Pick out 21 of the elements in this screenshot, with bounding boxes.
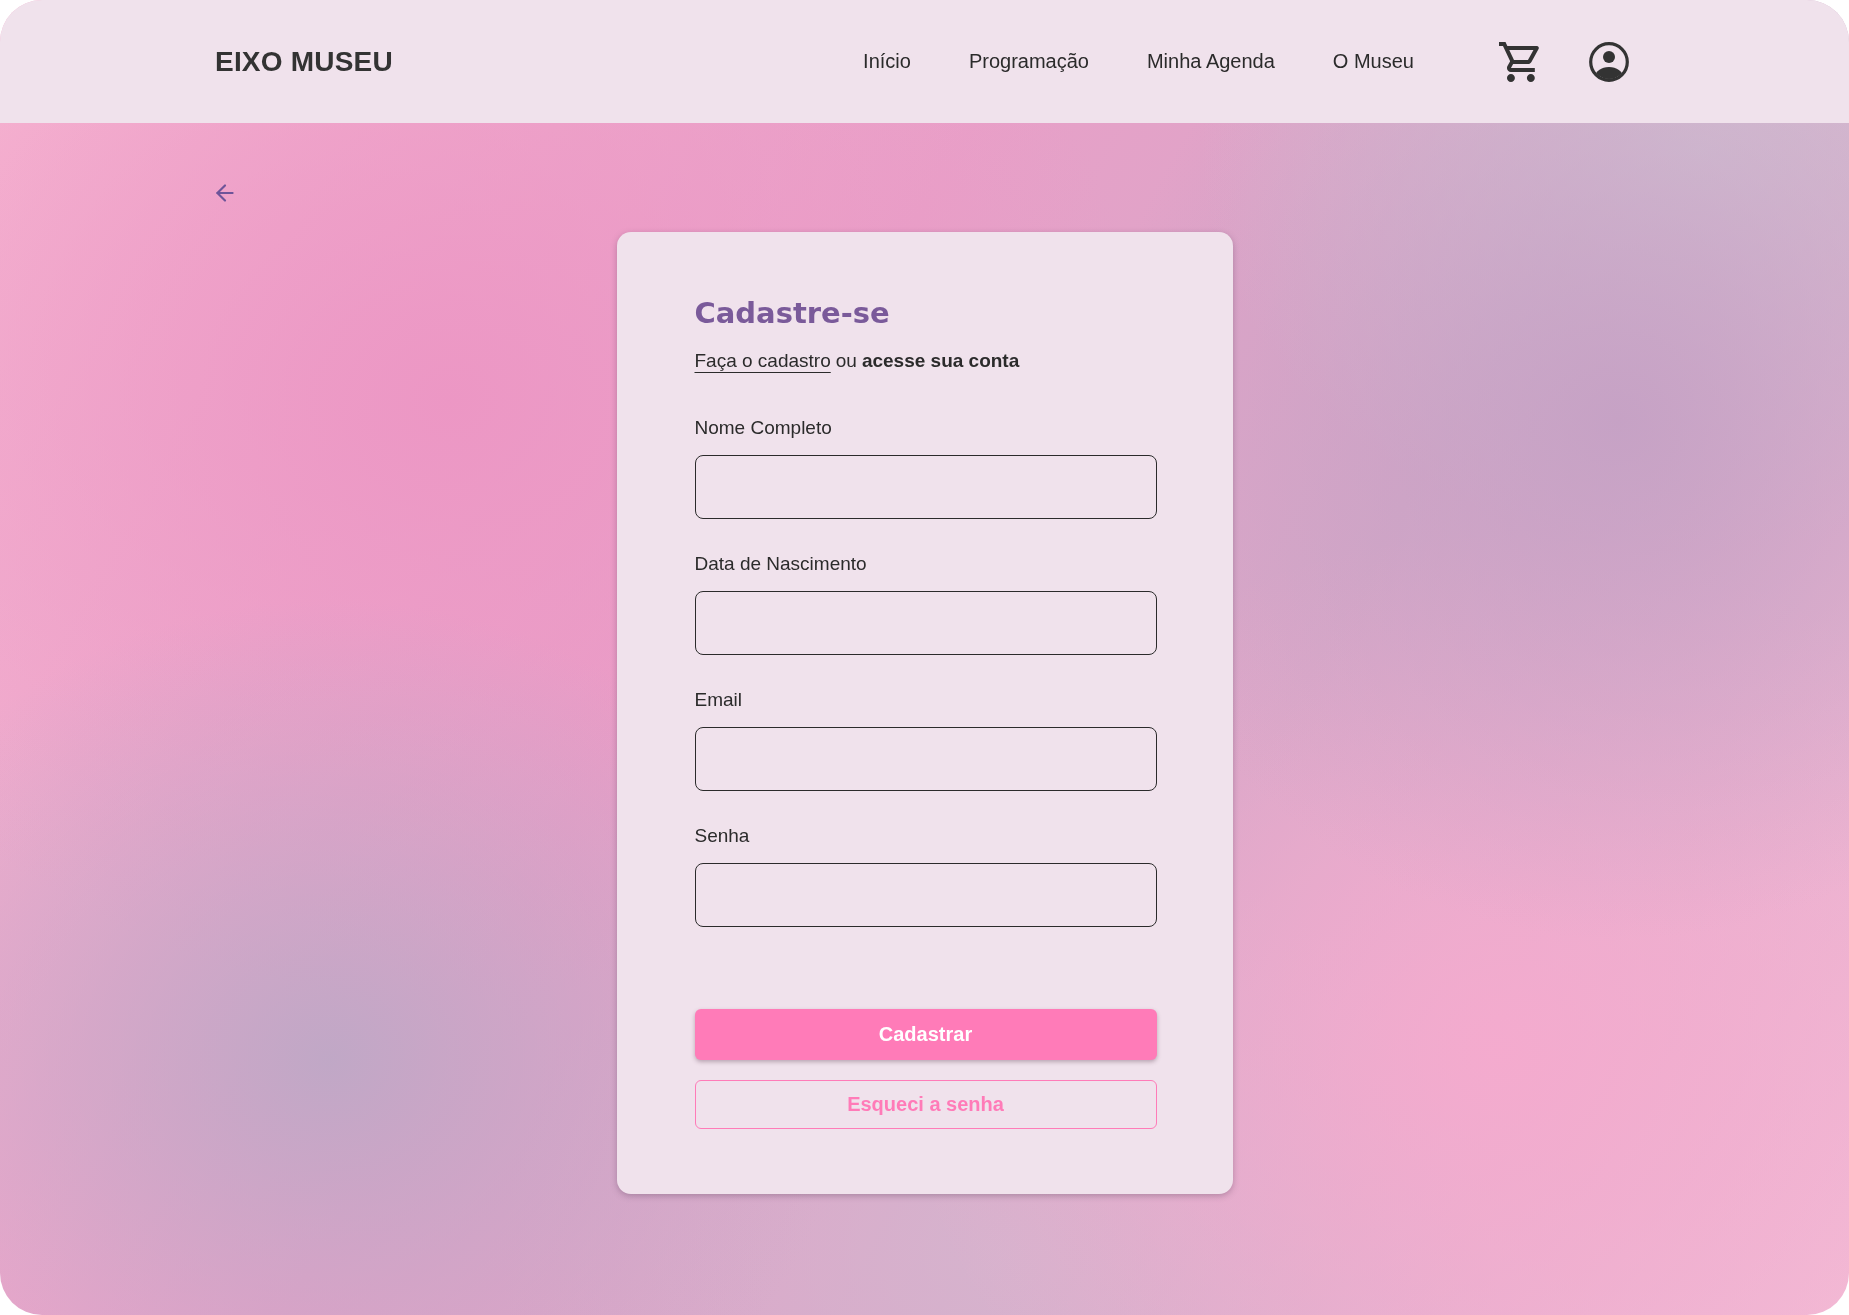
field-label: Email — [694, 688, 742, 712]
input-field[interactable] — [694, 455, 1157, 519]
form-title: Cadastre-se — [694, 295, 891, 332]
field-label: Nome Completo — [694, 416, 832, 440]
login-link[interactable]: acesse sua conta — [861, 349, 1020, 373]
field-label: Data de Nascimento — [694, 552, 867, 576]
nav-link[interactable]: O Museu — [1332, 50, 1414, 73]
cart-button[interactable] — [1498, 40, 1540, 83]
input-field[interactable] — [694, 727, 1157, 791]
input-field[interactable] — [694, 863, 1157, 927]
account-button[interactable] — [1588, 40, 1630, 83]
nav-link[interactable]: Minha Agenda — [1146, 50, 1275, 73]
signup-link[interactable]: Faça o cadastro — [694, 349, 831, 373]
nav-link[interactable]: Programação — [968, 50, 1089, 73]
field-label: Senha — [694, 824, 750, 848]
shopping-cart-icon — [1499, 41, 1539, 82]
user-avatar-icon — [1589, 41, 1629, 82]
nav-link[interactable]: Início — [863, 50, 911, 73]
subtitle-text: ou — [835, 349, 857, 373]
input-field[interactable] — [694, 591, 1157, 655]
logo-text: EIXO MUSEU — [215, 45, 393, 78]
